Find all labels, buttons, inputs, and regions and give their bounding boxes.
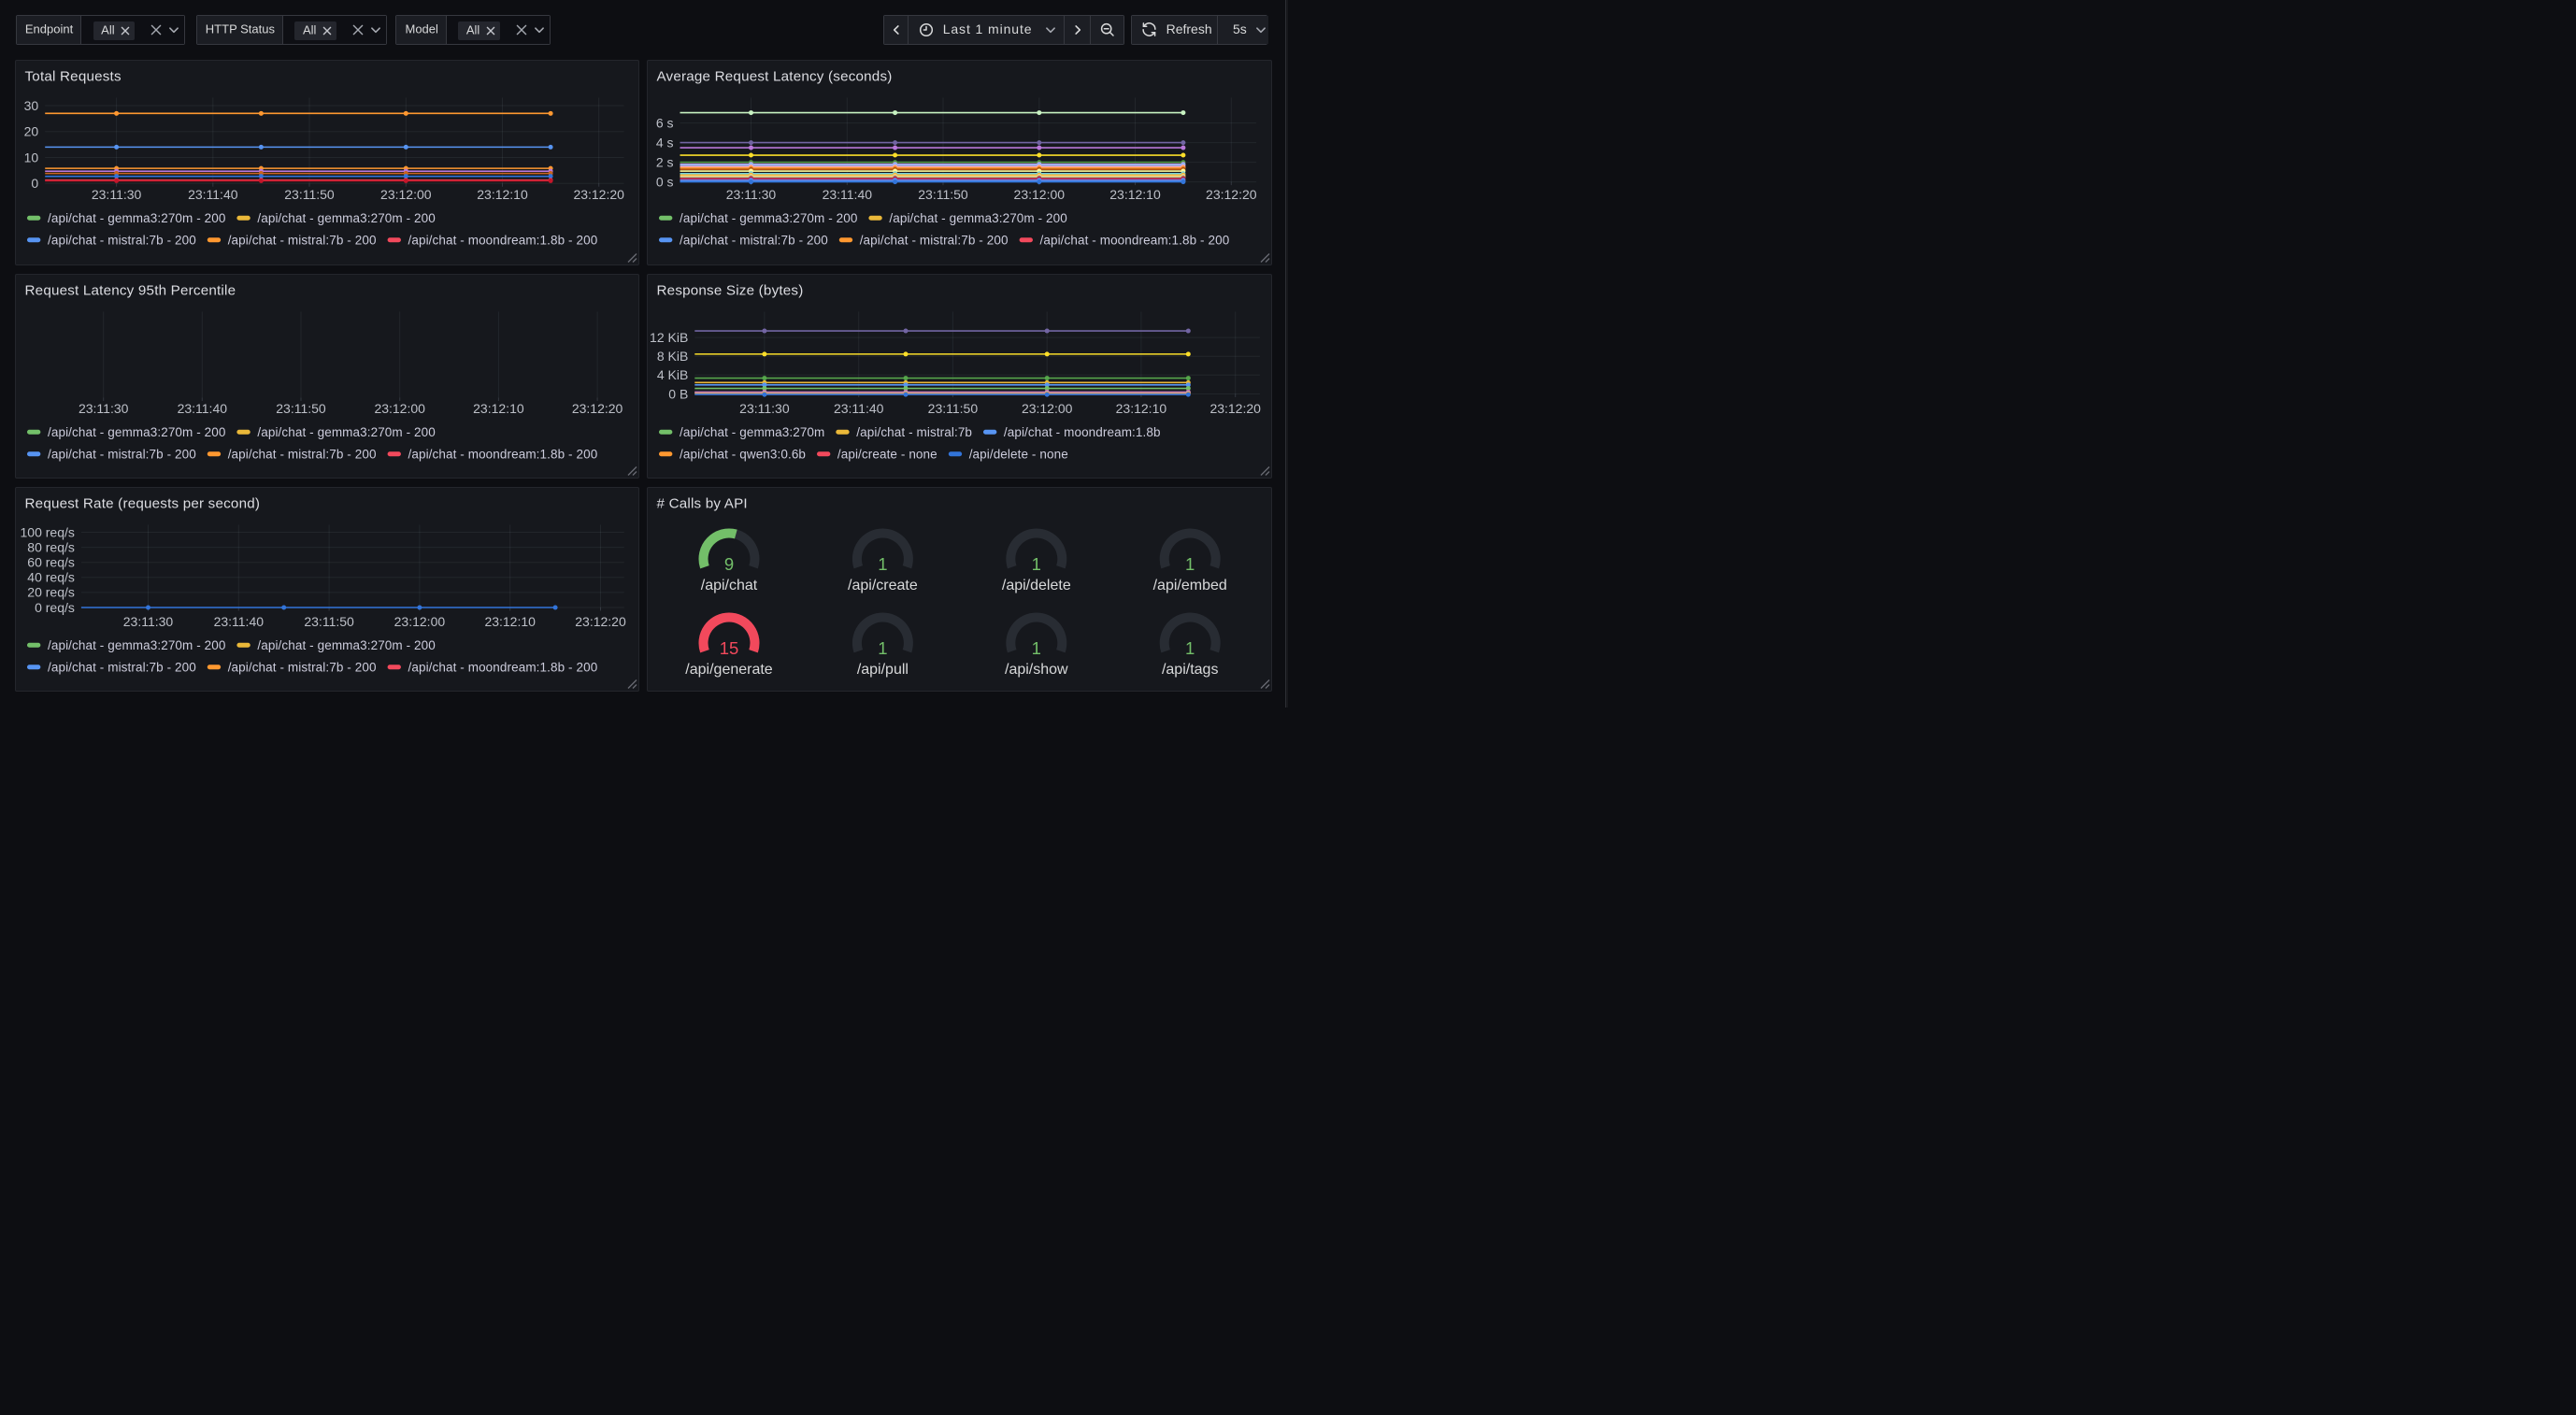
svg-text:Request Rate (requests per sec: Request Rate (requests per second): [24, 496, 260, 512]
svg-text:80 req/s: 80 req/s: [27, 539, 75, 554]
svg-text:23:12:00: 23:12:00: [1014, 187, 1066, 202]
svg-text:/api/chat - gemma3:270m: /api/chat - gemma3:270m: [680, 425, 824, 439]
svg-text:/api/pull: /api/pull: [857, 662, 909, 678]
svg-text:0 req/s: 0 req/s: [35, 600, 75, 615]
svg-text:/api/embed: /api/embed: [1153, 578, 1227, 593]
svg-text:23:12:20: 23:12:20: [1206, 187, 1257, 202]
svg-text:23:11:40: 23:11:40: [188, 187, 238, 202]
svg-text:/api/create: /api/create: [848, 578, 918, 593]
svg-text:23:11:30: 23:11:30: [726, 187, 777, 202]
svg-text:/api/create - none: /api/create - none: [837, 448, 937, 462]
svg-text:/api/delete: /api/delete: [1002, 578, 1071, 593]
svg-text:9: 9: [724, 554, 734, 574]
svg-text:/api/chat - moondream:1.8b - 2: /api/chat - moondream:1.8b - 200: [1040, 234, 1230, 248]
svg-text:1: 1: [878, 638, 887, 658]
svg-text:/api/chat - gemma3:270m - 200: /api/chat - gemma3:270m - 200: [680, 211, 858, 225]
svg-text:/api/chat - moondream:1.8b - 2: /api/chat - moondream:1.8b - 200: [408, 234, 597, 248]
svg-text:23:12:10: 23:12:10: [477, 187, 528, 202]
svg-text:/api/chat - moondream:1.8b - 2: /api/chat - moondream:1.8b - 200: [408, 661, 597, 675]
svg-text:23:12:00: 23:12:00: [380, 187, 432, 202]
svg-text:/api/chat - mistral:7b: /api/chat - mistral:7b: [856, 425, 972, 439]
svg-text:23:12:20: 23:12:20: [575, 614, 626, 629]
svg-text:6 s: 6 s: [656, 115, 674, 130]
svg-text:23:12:00: 23:12:00: [1022, 401, 1073, 416]
svg-text:/api/chat: /api/chat: [701, 578, 758, 593]
svg-text:8 KiB: 8 KiB: [657, 349, 688, 364]
svg-text:# Calls by API: # Calls by API: [657, 496, 748, 512]
svg-text:/api/chat - gemma3:270m - 200: /api/chat - gemma3:270m - 200: [257, 425, 436, 439]
svg-text:30: 30: [23, 98, 38, 113]
svg-text:23:11:50: 23:11:50: [928, 401, 979, 416]
svg-text:/api/chat - mistral:7b - 200: /api/chat - mistral:7b - 200: [48, 448, 196, 462]
svg-text:Request Latency 95th Percentil: Request Latency 95th Percentile: [24, 283, 236, 299]
svg-text:23:11:40: 23:11:40: [213, 614, 264, 629]
svg-text:23:11:30: 23:11:30: [739, 401, 790, 416]
svg-text:/api/chat - mistral:7b - 200: /api/chat - mistral:7b - 200: [48, 234, 196, 248]
svg-text:1: 1: [878, 554, 887, 574]
svg-text:0 s: 0 s: [656, 174, 674, 189]
svg-text:/api/chat - gemma3:270m - 200: /api/chat - gemma3:270m - 200: [48, 211, 226, 225]
svg-text:100 req/s: 100 req/s: [20, 524, 74, 539]
svg-text:/api/chat - mistral:7b - 200: /api/chat - mistral:7b - 200: [860, 234, 1009, 248]
svg-text:23:12:20: 23:12:20: [1209, 401, 1261, 416]
svg-text:23:11:50: 23:11:50: [284, 187, 335, 202]
svg-text:0: 0: [31, 176, 38, 191]
svg-text:23:11:50: 23:11:50: [918, 187, 968, 202]
svg-text:/api/generate: /api/generate: [685, 662, 773, 678]
svg-text:40 req/s: 40 req/s: [27, 570, 75, 585]
svg-text:23:11:50: 23:11:50: [304, 614, 354, 629]
svg-text:/api/show: /api/show: [1005, 662, 1068, 678]
svg-text:4 KiB: 4 KiB: [657, 367, 688, 382]
svg-text:23:11:40: 23:11:40: [834, 401, 884, 416]
svg-text:10: 10: [23, 150, 38, 164]
svg-text:/api/chat - mistral:7b - 200: /api/chat - mistral:7b - 200: [680, 234, 828, 248]
svg-text:4 s: 4 s: [656, 135, 674, 150]
svg-text:20: 20: [23, 124, 38, 139]
svg-text:60 req/s: 60 req/s: [27, 555, 75, 570]
svg-text:/api/chat - gemma3:270m - 200: /api/chat - gemma3:270m - 200: [889, 211, 1067, 225]
svg-text:23:11:30: 23:11:30: [91, 187, 141, 202]
svg-text:/api/chat - mistral:7b - 200: /api/chat - mistral:7b - 200: [227, 661, 376, 675]
svg-text:12 KiB: 12 KiB: [650, 330, 688, 345]
svg-text:23:12:10: 23:12:10: [484, 614, 536, 629]
svg-text:/api/chat - gemma3:270m - 200: /api/chat - gemma3:270m - 200: [257, 211, 436, 225]
svg-text:/api/chat - mistral:7b - 200: /api/chat - mistral:7b - 200: [227, 448, 376, 462]
svg-text:2 s: 2 s: [656, 154, 674, 169]
svg-text:/api/chat - gemma3:270m - 200: /api/chat - gemma3:270m - 200: [48, 638, 226, 652]
svg-text:1: 1: [1185, 638, 1195, 658]
svg-text:Total Requests: Total Requests: [24, 69, 121, 85]
svg-text:15: 15: [720, 638, 739, 658]
svg-text:/api/delete - none: /api/delete - none: [969, 448, 1068, 462]
svg-text:1: 1: [1032, 638, 1041, 658]
svg-text:23:11:30: 23:11:30: [122, 614, 173, 629]
svg-text:23:12:00: 23:12:00: [374, 401, 425, 416]
svg-text:/api/chat - moondream:1.8b - 2: /api/chat - moondream:1.8b - 200: [408, 448, 597, 462]
svg-text:/api/chat - gemma3:270m - 200: /api/chat - gemma3:270m - 200: [257, 638, 436, 652]
svg-text:23:12:00: 23:12:00: [394, 614, 445, 629]
svg-text:20 req/s: 20 req/s: [27, 585, 75, 600]
svg-text:23:12:20: 23:12:20: [573, 187, 624, 202]
svg-text:/api/chat - mistral:7b - 200: /api/chat - mistral:7b - 200: [48, 661, 196, 675]
svg-text:23:11:30: 23:11:30: [78, 401, 128, 416]
svg-text:/api/chat - gemma3:270m - 200: /api/chat - gemma3:270m - 200: [48, 425, 226, 439]
svg-text:23:11:40: 23:11:40: [823, 187, 873, 202]
svg-text:23:12:10: 23:12:10: [1116, 401, 1167, 416]
svg-text:0 B: 0 B: [668, 386, 688, 401]
svg-text:/api/chat - qwen3:0.6b: /api/chat - qwen3:0.6b: [680, 448, 806, 462]
svg-text:1: 1: [1185, 554, 1195, 574]
svg-text:/api/tags: /api/tags: [1162, 662, 1218, 678]
svg-text:Average Request Latency (secon: Average Request Latency (seconds): [657, 69, 893, 85]
svg-text:Response Size (bytes): Response Size (bytes): [657, 283, 804, 299]
svg-text:23:11:40: 23:11:40: [177, 401, 227, 416]
svg-text:23:11:50: 23:11:50: [276, 401, 326, 416]
svg-text:/api/chat - mistral:7b - 200: /api/chat - mistral:7b - 200: [227, 234, 376, 248]
svg-text:/api/chat - moondream:1.8b: /api/chat - moondream:1.8b: [1004, 425, 1161, 439]
svg-text:23:12:10: 23:12:10: [473, 401, 524, 416]
svg-text:1: 1: [1032, 554, 1041, 574]
svg-text:23:12:20: 23:12:20: [571, 401, 623, 416]
svg-text:23:12:10: 23:12:10: [1109, 187, 1161, 202]
